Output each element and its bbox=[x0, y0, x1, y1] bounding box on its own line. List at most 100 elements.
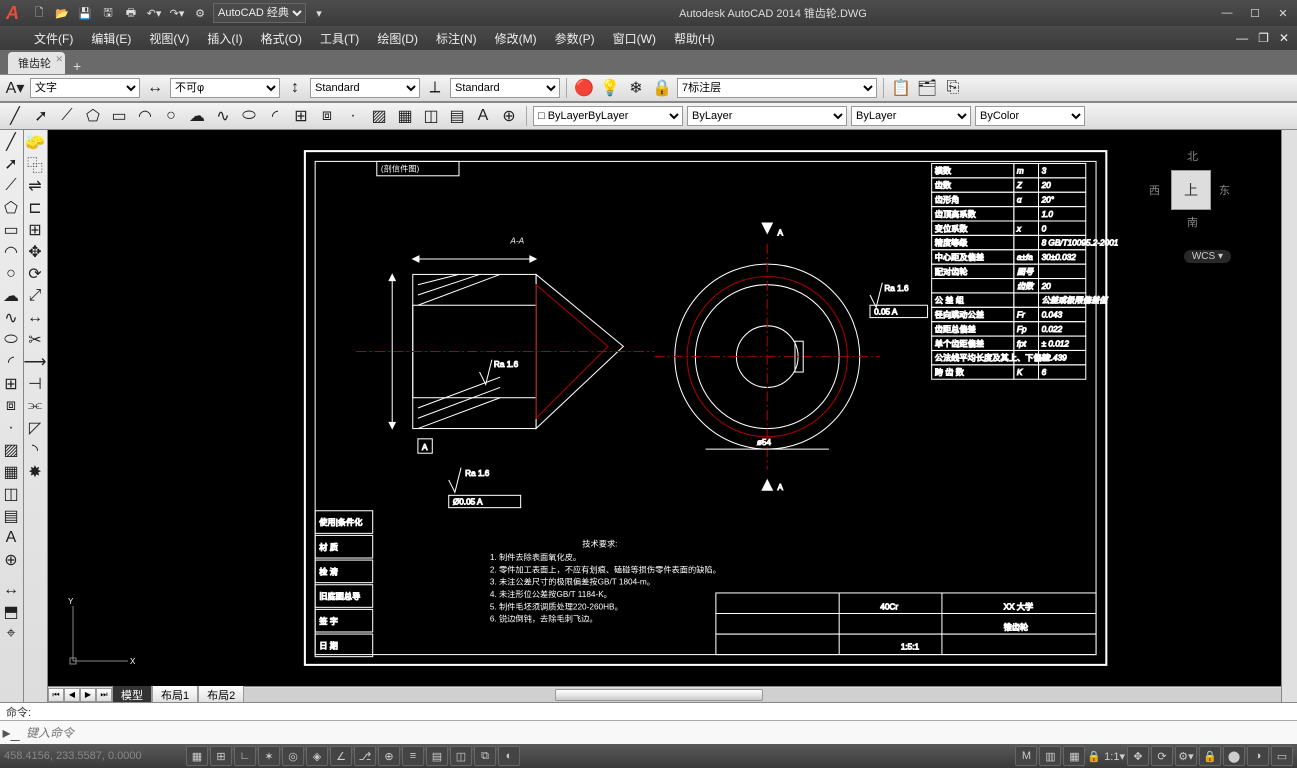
polygon-icon[interactable]: ⬠ bbox=[82, 105, 104, 127]
dyn-toggle-icon[interactable]: ⊕ bbox=[378, 746, 400, 766]
qp-toggle-icon[interactable]: ◫ bbox=[450, 746, 472, 766]
close-button[interactable]: ✕ bbox=[1269, 2, 1297, 24]
menu-view[interactable]: 视图(V) bbox=[149, 30, 189, 47]
hscroll-track[interactable] bbox=[244, 688, 1281, 702]
layer-light-icon[interactable]: 💡 bbox=[599, 77, 621, 99]
new-tab-button[interactable]: + bbox=[67, 58, 87, 74]
cmdline-handle-icon[interactable]: ▸_ bbox=[0, 723, 22, 743]
anno-scale[interactable]: 🔒 1:1▾ bbox=[1087, 750, 1125, 763]
table-icon[interactable]: ▤ bbox=[446, 105, 468, 127]
region-tool-icon[interactable]: ◫ bbox=[0, 484, 22, 504]
pline-tool-icon[interactable]: ⟋ bbox=[0, 176, 22, 196]
viewcube-west[interactable]: 西 bbox=[1149, 182, 1160, 198]
anno-vis-icon[interactable]: ✥ bbox=[1127, 746, 1149, 766]
circle-tool-icon[interactable]: ○ bbox=[0, 264, 22, 284]
dimslash-select[interactable]: 不可φ bbox=[170, 78, 280, 98]
viewcube-east[interactable]: 东 bbox=[1219, 182, 1230, 198]
saveas-icon[interactable]: 🖫 bbox=[98, 3, 118, 23]
revcloud-tool-icon[interactable]: ☁ bbox=[0, 286, 22, 306]
explode-icon[interactable]: ✸ bbox=[24, 462, 46, 482]
offset-icon[interactable]: ⊏ bbox=[24, 198, 46, 218]
mtext-icon[interactable]: A bbox=[472, 105, 494, 127]
anno-auto-icon[interactable]: ⟳ bbox=[1151, 746, 1173, 766]
mirror-icon[interactable]: ⇌ bbox=[24, 176, 46, 196]
osnap-toggle-icon[interactable]: ◎ bbox=[282, 746, 304, 766]
dim2-select[interactable]: Standard bbox=[450, 78, 560, 98]
revcloud-icon[interactable]: ☁ bbox=[186, 105, 208, 127]
menu-window[interactable]: 窗口(W) bbox=[613, 30, 656, 47]
menu-edit[interactable]: 编辑(E) bbox=[91, 30, 131, 47]
workspace-gear-icon[interactable]: ⚙ bbox=[190, 3, 210, 23]
3dosnap-toggle-icon[interactable]: ◈ bbox=[306, 746, 328, 766]
arc-icon[interactable]: ◠ bbox=[134, 105, 156, 127]
menu-draw[interactable]: 绘图(D) bbox=[377, 30, 418, 47]
mdi-restore-icon[interactable]: ❐ bbox=[1254, 31, 1273, 45]
minimize-button[interactable]: — bbox=[1213, 2, 1241, 24]
make-block-icon[interactable]: ⧈ bbox=[316, 105, 338, 127]
block-tool-icon[interactable]: ⧈ bbox=[0, 396, 22, 416]
tab-last-icon[interactable]: ⏭ bbox=[96, 688, 112, 702]
sc-toggle-icon[interactable]: ⧉ bbox=[474, 746, 496, 766]
grid-toggle-icon[interactable]: ⊞ bbox=[210, 746, 232, 766]
spline-icon[interactable]: ∿ bbox=[212, 105, 234, 127]
hardware-accel-icon[interactable]: ⬤ bbox=[1223, 746, 1245, 766]
layer-walk-icon[interactable]: ⎘ bbox=[942, 77, 964, 99]
addsel-tool-icon[interactable]: ⊕ bbox=[0, 550, 22, 570]
workspace-select[interactable]: AutoCAD 经典 bbox=[213, 3, 306, 23]
tab-next-icon[interactable]: ▶ bbox=[80, 688, 96, 702]
lwt-toggle-icon[interactable]: ≡ bbox=[402, 746, 424, 766]
extend-icon[interactable]: ⟶ bbox=[24, 352, 46, 372]
tab-prev-icon[interactable]: ◀ bbox=[64, 688, 80, 702]
layer-state-icon[interactable]: 🔴 bbox=[573, 77, 595, 99]
fillet-icon[interactable]: ◝ bbox=[24, 440, 46, 460]
hatch-tool-icon[interactable]: ▨ bbox=[0, 440, 22, 460]
linetype-select[interactable]: ByLayer bbox=[687, 106, 847, 126]
open-icon[interactable]: 📂 bbox=[52, 3, 72, 23]
layer-iso-icon[interactable]: 🗂 bbox=[916, 77, 938, 99]
ws-switch-icon[interactable]: ⚙▾ bbox=[1175, 746, 1197, 766]
undo-icon[interactable]: ↶▾ bbox=[144, 3, 164, 23]
save-icon[interactable]: 💾 bbox=[75, 3, 95, 23]
menu-help[interactable]: 帮助(H) bbox=[674, 30, 715, 47]
xline-tool-icon[interactable]: ➚ bbox=[0, 154, 22, 174]
circle-icon[interactable]: ○ bbox=[160, 105, 182, 127]
copy-icon[interactable]: ⿻ bbox=[24, 154, 46, 174]
color-select[interactable]: □ ByLayerByLayer bbox=[533, 106, 683, 126]
ellipse-tool-icon[interactable]: ⬭ bbox=[0, 330, 22, 350]
rectangle-icon[interactable]: ▭ bbox=[108, 105, 130, 127]
viewcube-north[interactable]: 北 bbox=[1187, 148, 1198, 164]
layer-select[interactable]: 7标注层 bbox=[677, 78, 877, 98]
viewcube-south[interactable]: 南 bbox=[1187, 214, 1198, 230]
tab-first-icon[interactable]: ⏮ bbox=[48, 688, 64, 702]
dim1-select[interactable]: Standard bbox=[310, 78, 420, 98]
area-tool-icon[interactable]: ⬒ bbox=[0, 602, 22, 622]
new-icon[interactable]: 🗋 bbox=[29, 3, 49, 23]
dimstyle-icon[interactable]: ↔ bbox=[144, 77, 166, 99]
scale-icon[interactable]: ⤢ bbox=[24, 286, 46, 306]
file-tab-active[interactable]: 锥齿轮 ✕ bbox=[8, 52, 65, 74]
ellipse-icon[interactable]: ⬭ bbox=[238, 105, 260, 127]
menu-file[interactable]: 文件(F) bbox=[34, 30, 73, 47]
gradient-tool-icon[interactable]: ▦ bbox=[0, 462, 22, 482]
model-button[interactable]: M bbox=[1015, 746, 1037, 766]
menu-insert[interactable]: 插入(I) bbox=[207, 30, 242, 47]
insert-tool-icon[interactable]: ⊞ bbox=[0, 374, 22, 394]
rotate-icon[interactable]: ⟳ bbox=[24, 264, 46, 284]
join-icon[interactable]: ⫘ bbox=[24, 396, 46, 416]
maximize-button[interactable]: ☐ bbox=[1241, 2, 1269, 24]
mtext-tool-icon[interactable]: A bbox=[0, 528, 22, 548]
point-icon[interactable]: · bbox=[342, 105, 364, 127]
qat-more-icon[interactable]: ▾ bbox=[309, 3, 329, 23]
wcs-dropdown[interactable]: WCS ▾ bbox=[1184, 250, 1231, 263]
layer-lock-icon[interactable]: 🔒 bbox=[651, 77, 673, 99]
pline-icon[interactable]: ⟋ bbox=[56, 105, 78, 127]
spline-tool-icon[interactable]: ∿ bbox=[0, 308, 22, 328]
file-tab-close-icon[interactable]: ✕ bbox=[55, 54, 63, 65]
ortho-toggle-icon[interactable]: ∟ bbox=[234, 746, 256, 766]
lineweight-select[interactable]: ByLayer bbox=[851, 106, 971, 126]
insert-block-icon[interactable]: ⊞ bbox=[290, 105, 312, 127]
dist-tool-icon[interactable]: ↔ bbox=[0, 580, 22, 600]
plotstyle-select[interactable]: ByColor bbox=[975, 106, 1085, 126]
textstyle-icon[interactable]: A▾ bbox=[4, 77, 26, 99]
viewport[interactable]: (剖信件图) A-A bbox=[48, 130, 1281, 686]
